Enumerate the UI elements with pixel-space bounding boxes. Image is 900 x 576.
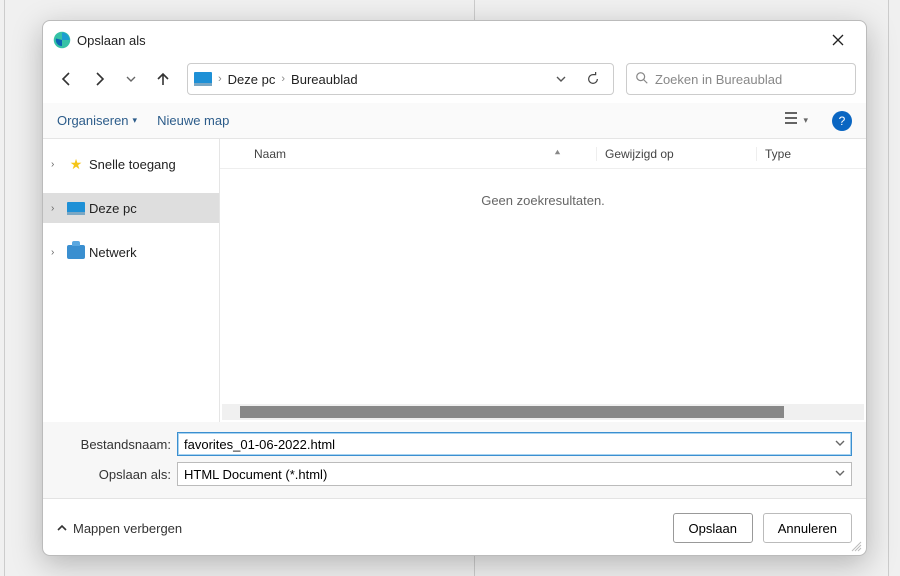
folder-tree: › ★ Snelle toegang › Deze pc › Netwerk	[43, 139, 219, 422]
titlebar: Opslaan als	[43, 21, 866, 59]
chevron-right-icon: ›	[281, 73, 285, 85]
forward-button[interactable]	[85, 65, 113, 93]
scrollbar-thumb[interactable]	[240, 406, 784, 418]
save-button[interactable]: Opslaan	[673, 513, 753, 543]
tree-item-this-pc[interactable]: › Deze pc	[43, 193, 219, 223]
help-button[interactable]: ?	[832, 111, 852, 131]
star-icon: ★	[67, 156, 85, 173]
toolbar: Organiseren ▾ Nieuwe map ▾ ?	[43, 103, 866, 139]
address-dropdown[interactable]	[547, 65, 575, 93]
tree-item-network[interactable]: › Netwerk	[43, 237, 219, 267]
horizontal-scrollbar[interactable]	[222, 404, 864, 420]
column-modified[interactable]: Gewijzigd op	[596, 147, 756, 161]
chevron-right-icon: ›	[51, 203, 63, 214]
network-icon	[67, 245, 85, 259]
filetype-select[interactable]: HTML Document (*.html)	[177, 462, 852, 486]
filename-input[interactable]: favorites_01-06-2022.html	[177, 432, 852, 456]
chevron-down-icon: ▾	[133, 115, 138, 126]
file-list: Naam Gewijzigd op Type Geen zoekresultat…	[219, 139, 866, 422]
tree-item-quick-access[interactable]: › ★ Snelle toegang	[43, 149, 219, 179]
main-area: › ★ Snelle toegang › Deze pc › Netwerk N…	[43, 139, 866, 422]
cancel-button[interactable]: Annuleren	[763, 513, 852, 543]
new-folder-button[interactable]: Nieuwe map	[157, 113, 229, 128]
column-name[interactable]: Naam	[220, 147, 550, 161]
sort-indicator-icon	[550, 148, 564, 159]
navigation-bar: › Deze pc › Bureaublad Zoeken in Bureaub…	[43, 59, 866, 103]
up-button[interactable]	[149, 65, 177, 93]
search-input[interactable]: Zoeken in Bureaublad	[626, 63, 856, 95]
chevron-down-icon[interactable]	[835, 438, 845, 451]
address-bar[interactable]: › Deze pc › Bureaublad	[187, 63, 614, 95]
chevron-down-icon: ▾	[803, 115, 808, 126]
close-button[interactable]	[820, 26, 856, 54]
edge-icon	[53, 31, 71, 49]
resize-grip-icon[interactable]	[850, 539, 862, 551]
chevron-up-icon	[57, 521, 67, 536]
list-view-icon	[783, 111, 799, 130]
filetype-label: Opslaan als:	[57, 467, 177, 482]
window-title: Opslaan als	[77, 33, 820, 48]
back-button[interactable]	[53, 65, 81, 93]
column-type[interactable]: Type	[756, 147, 866, 161]
this-pc-icon	[194, 72, 212, 86]
search-icon	[635, 71, 649, 88]
chevron-right-icon: ›	[51, 247, 63, 258]
search-placeholder: Zoeken in Bureaublad	[655, 72, 782, 87]
empty-state: Geen zoekresultaten.	[220, 169, 866, 404]
breadcrumb-current[interactable]: Bureaublad	[291, 72, 358, 87]
view-options-button[interactable]: ▾	[779, 108, 812, 133]
column-headers: Naam Gewijzigd op Type	[220, 139, 866, 169]
breadcrumb-root[interactable]: Deze pc	[228, 72, 276, 87]
save-as-dialog: Opslaan als › Deze pc › Bureaublad	[42, 20, 867, 556]
chevron-right-icon: ›	[51, 159, 63, 170]
filename-label: Bestandsnaam:	[57, 437, 177, 452]
organize-button[interactable]: Organiseren ▾	[57, 113, 137, 128]
hide-folders-toggle[interactable]: Mappen verbergen	[57, 521, 182, 536]
dialog-footer: Mappen verbergen Opslaan Annuleren	[43, 499, 866, 555]
refresh-button[interactable]	[579, 65, 607, 93]
chevron-right-icon: ›	[218, 73, 222, 85]
recent-dropdown[interactable]	[117, 65, 145, 93]
monitor-icon	[67, 202, 85, 215]
save-fields: Bestandsnaam: favorites_01-06-2022.html …	[43, 422, 866, 498]
chevron-down-icon[interactable]	[835, 468, 845, 481]
